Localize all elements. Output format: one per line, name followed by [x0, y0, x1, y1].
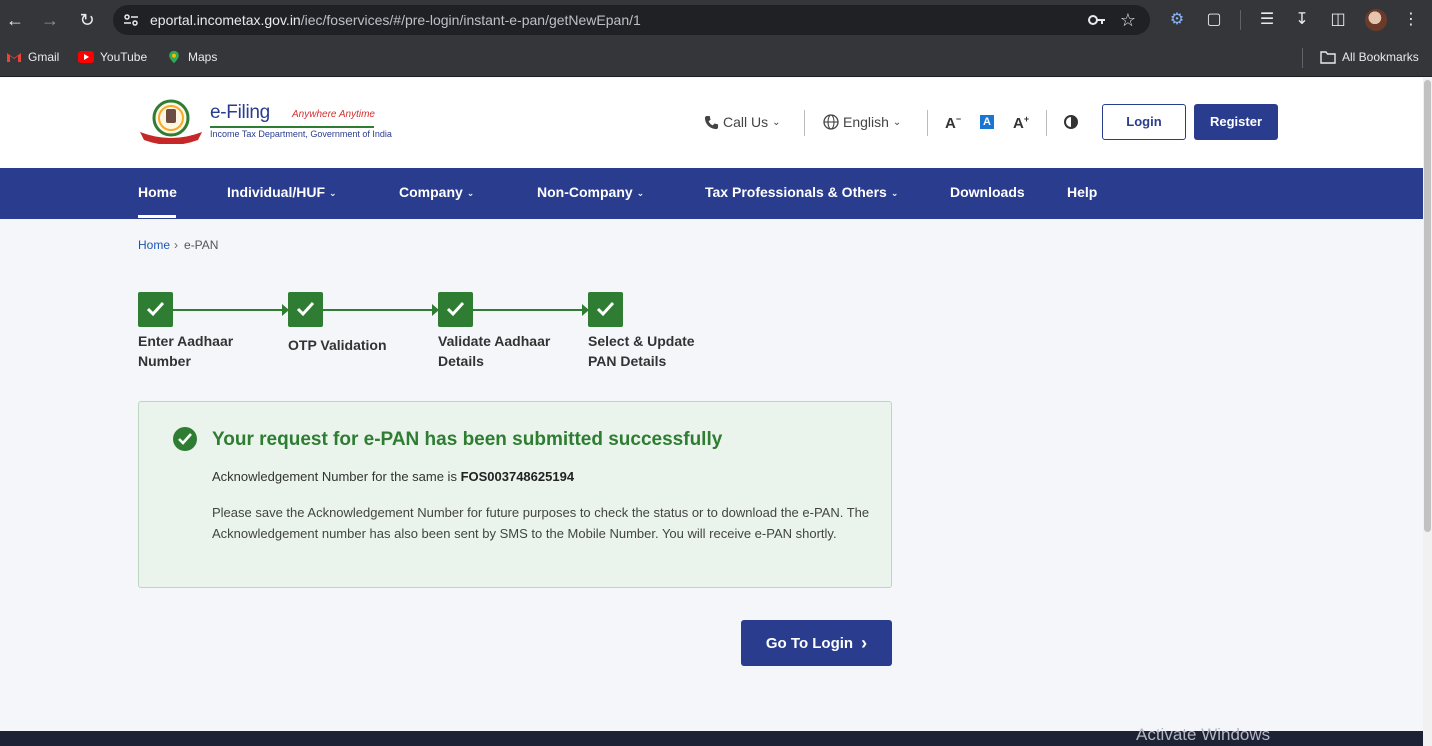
- browser-toolbar: ← → ↻ eportal.incometax.gov.in/iec/foser…: [0, 0, 1432, 40]
- step-connector: [323, 309, 432, 311]
- back-arrow-icon[interactable]: ←: [3, 8, 27, 32]
- activate-windows-watermark: Activate Windows: [1136, 725, 1271, 744]
- bookmarks-divider: [1302, 48, 1303, 68]
- maps-pin-icon: [169, 50, 179, 64]
- nav-home[interactable]: Home: [138, 184, 177, 200]
- url-text: eportal.incometax.gov.in/iec/foservices/…: [150, 12, 641, 28]
- youtube-icon: [78, 51, 94, 63]
- header-divider: [927, 110, 928, 136]
- step-connector: [473, 309, 582, 311]
- nav-tax-professionals[interactable]: Tax Professionals & Others ⌄: [705, 184, 898, 200]
- profile-avatar[interactable]: [1365, 9, 1387, 31]
- page-content: e-Filing Anywhere Anytime Income Tax Dep…: [0, 78, 1423, 731]
- logo-title: e-Filing: [210, 102, 270, 123]
- page-scrollbar[interactable]: [1423, 78, 1432, 746]
- password-key-icon[interactable]: [1088, 12, 1106, 28]
- checkmark-icon: [296, 301, 315, 317]
- downloads-icon[interactable]: ↧: [1291, 9, 1313, 31]
- chevron-right-icon: ›: [861, 633, 868, 653]
- chevron-down-icon: ⌄: [772, 116, 781, 128]
- go-to-login-button[interactable]: Go To Login ›: [741, 620, 892, 666]
- bookmark-star-icon[interactable]: ☆: [1120, 10, 1136, 30]
- font-normal-button[interactable]: A: [980, 115, 994, 129]
- breadcrumb-current: e-PAN: [184, 238, 219, 252]
- call-us-label: Call Us: [723, 114, 769, 130]
- gmail-icon: [7, 53, 21, 62]
- success-check-icon: [173, 427, 197, 451]
- step-4-check: [588, 292, 623, 327]
- language-label: English: [843, 114, 889, 130]
- header-divider: [1046, 110, 1047, 136]
- scrollbar-thumb[interactable]: [1424, 80, 1431, 532]
- logo-rule: [210, 126, 374, 128]
- forward-arrow-icon[interactable]: →: [38, 8, 62, 32]
- step-3-check: [438, 292, 473, 327]
- chevron-down-icon: ⌄: [636, 188, 645, 198]
- success-title: Your request for e-PAN has been submitte…: [212, 429, 723, 450]
- nav-help[interactable]: Help: [1067, 184, 1097, 200]
- phone-icon: [704, 115, 719, 129]
- logo-tagline: Anywhere Anytime: [292, 109, 375, 120]
- step-1-check: [138, 292, 173, 327]
- breadcrumb-home-link[interactable]: Home: [138, 238, 170, 252]
- step-4-label: Select & Update PAN Details: [588, 333, 695, 369]
- step-connector: [173, 309, 282, 311]
- chevron-down-icon: ⌄: [892, 116, 902, 128]
- go-to-login-label: Go To Login: [765, 634, 854, 652]
- login-button[interactable]: Login: [1102, 104, 1186, 140]
- toolbar-divider: [1240, 10, 1241, 30]
- logo-subtitle: Income Tax Department, Government of Ind…: [210, 129, 392, 139]
- nav-individual-huf[interactable]: Individual/HUF ⌄: [227, 184, 337, 200]
- main-navigation: Home Individual/HUF ⌄ Company ⌄ Non-Compan…: [0, 168, 1423, 219]
- language-dropdown[interactable]: English ⌄: [823, 114, 901, 130]
- success-body-text: Please save the Acknowledgement Number f…: [212, 505, 870, 541]
- checkmark-icon: [446, 301, 465, 317]
- step-3-label: Validate Aadhaar Details: [438, 333, 551, 369]
- contrast-toggle-icon[interactable]: [1064, 115, 1078, 129]
- checkmark-icon: [146, 301, 165, 317]
- step-1-label: Enter Aadhaar Number: [138, 333, 234, 369]
- site-settings-icon[interactable]: [123, 12, 139, 28]
- step-2-label: OTP Validation: [288, 337, 387, 353]
- font-decrease-button[interactable]: A−: [945, 114, 961, 132]
- bookmark-gmail[interactable]: Gmail: [6, 50, 59, 64]
- nav-active-indicator: [138, 215, 176, 218]
- step-2-check: [288, 292, 323, 327]
- breadcrumb-separator: ›: [174, 238, 179, 252]
- national-emblem-icon: [140, 99, 202, 144]
- acknowledgement-number: FOS003748625194: [460, 469, 575, 484]
- call-us-dropdown[interactable]: Call Us ⌄: [704, 114, 781, 130]
- acknowledgement-line: Acknowledgement Number for the same is F…: [212, 469, 575, 484]
- font-increase-button[interactable]: A+: [1013, 114, 1029, 132]
- nav-company[interactable]: Company ⌄: [399, 184, 474, 200]
- register-button[interactable]: Register: [1194, 104, 1278, 140]
- nav-downloads[interactable]: Downloads: [950, 184, 1025, 200]
- globe-icon: [823, 114, 839, 130]
- bookmarks-bar: Gmail YouTube Maps All Bookmarks: [0, 40, 1432, 77]
- reload-icon[interactable]: ↻: [75, 8, 99, 32]
- chevron-down-icon: ⌄: [890, 188, 899, 198]
- all-bookmarks[interactable]: All Bookmarks: [1320, 50, 1419, 64]
- breadcrumb: Home › e-PAN: [138, 238, 218, 252]
- extension-icon[interactable]: ⚙: [1166, 9, 1188, 31]
- chevron-down-icon: ⌄: [466, 188, 475, 198]
- folder-icon: [1320, 51, 1336, 64]
- chevron-down-icon: ⌄: [329, 188, 337, 198]
- bookmark-maps[interactable]: Maps: [166, 50, 217, 64]
- header-divider: [804, 110, 805, 136]
- checkmark-icon: [596, 301, 615, 317]
- nav-non-company[interactable]: Non-Company ⌄: [537, 184, 644, 200]
- side-panel-icon[interactable]: ◫: [1327, 9, 1349, 31]
- chrome-menu-icon[interactable]: ⋮: [1400, 9, 1422, 31]
- efiling-logo[interactable]: e-Filing Anywhere Anytime Income Tax Dep…: [138, 98, 392, 148]
- address-bar[interactable]: eportal.incometax.gov.in/iec/foservices/…: [113, 5, 1150, 35]
- site-header: e-Filing Anywhere Anytime Income Tax Dep…: [0, 78, 1423, 168]
- bookmark-youtube[interactable]: YouTube: [78, 50, 147, 64]
- media-control-icon[interactable]: ☰: [1256, 9, 1278, 31]
- extensions-puzzle-icon[interactable]: ▢: [1203, 9, 1225, 31]
- success-message-card: Your request for e-PAN has been submitte…: [138, 401, 892, 588]
